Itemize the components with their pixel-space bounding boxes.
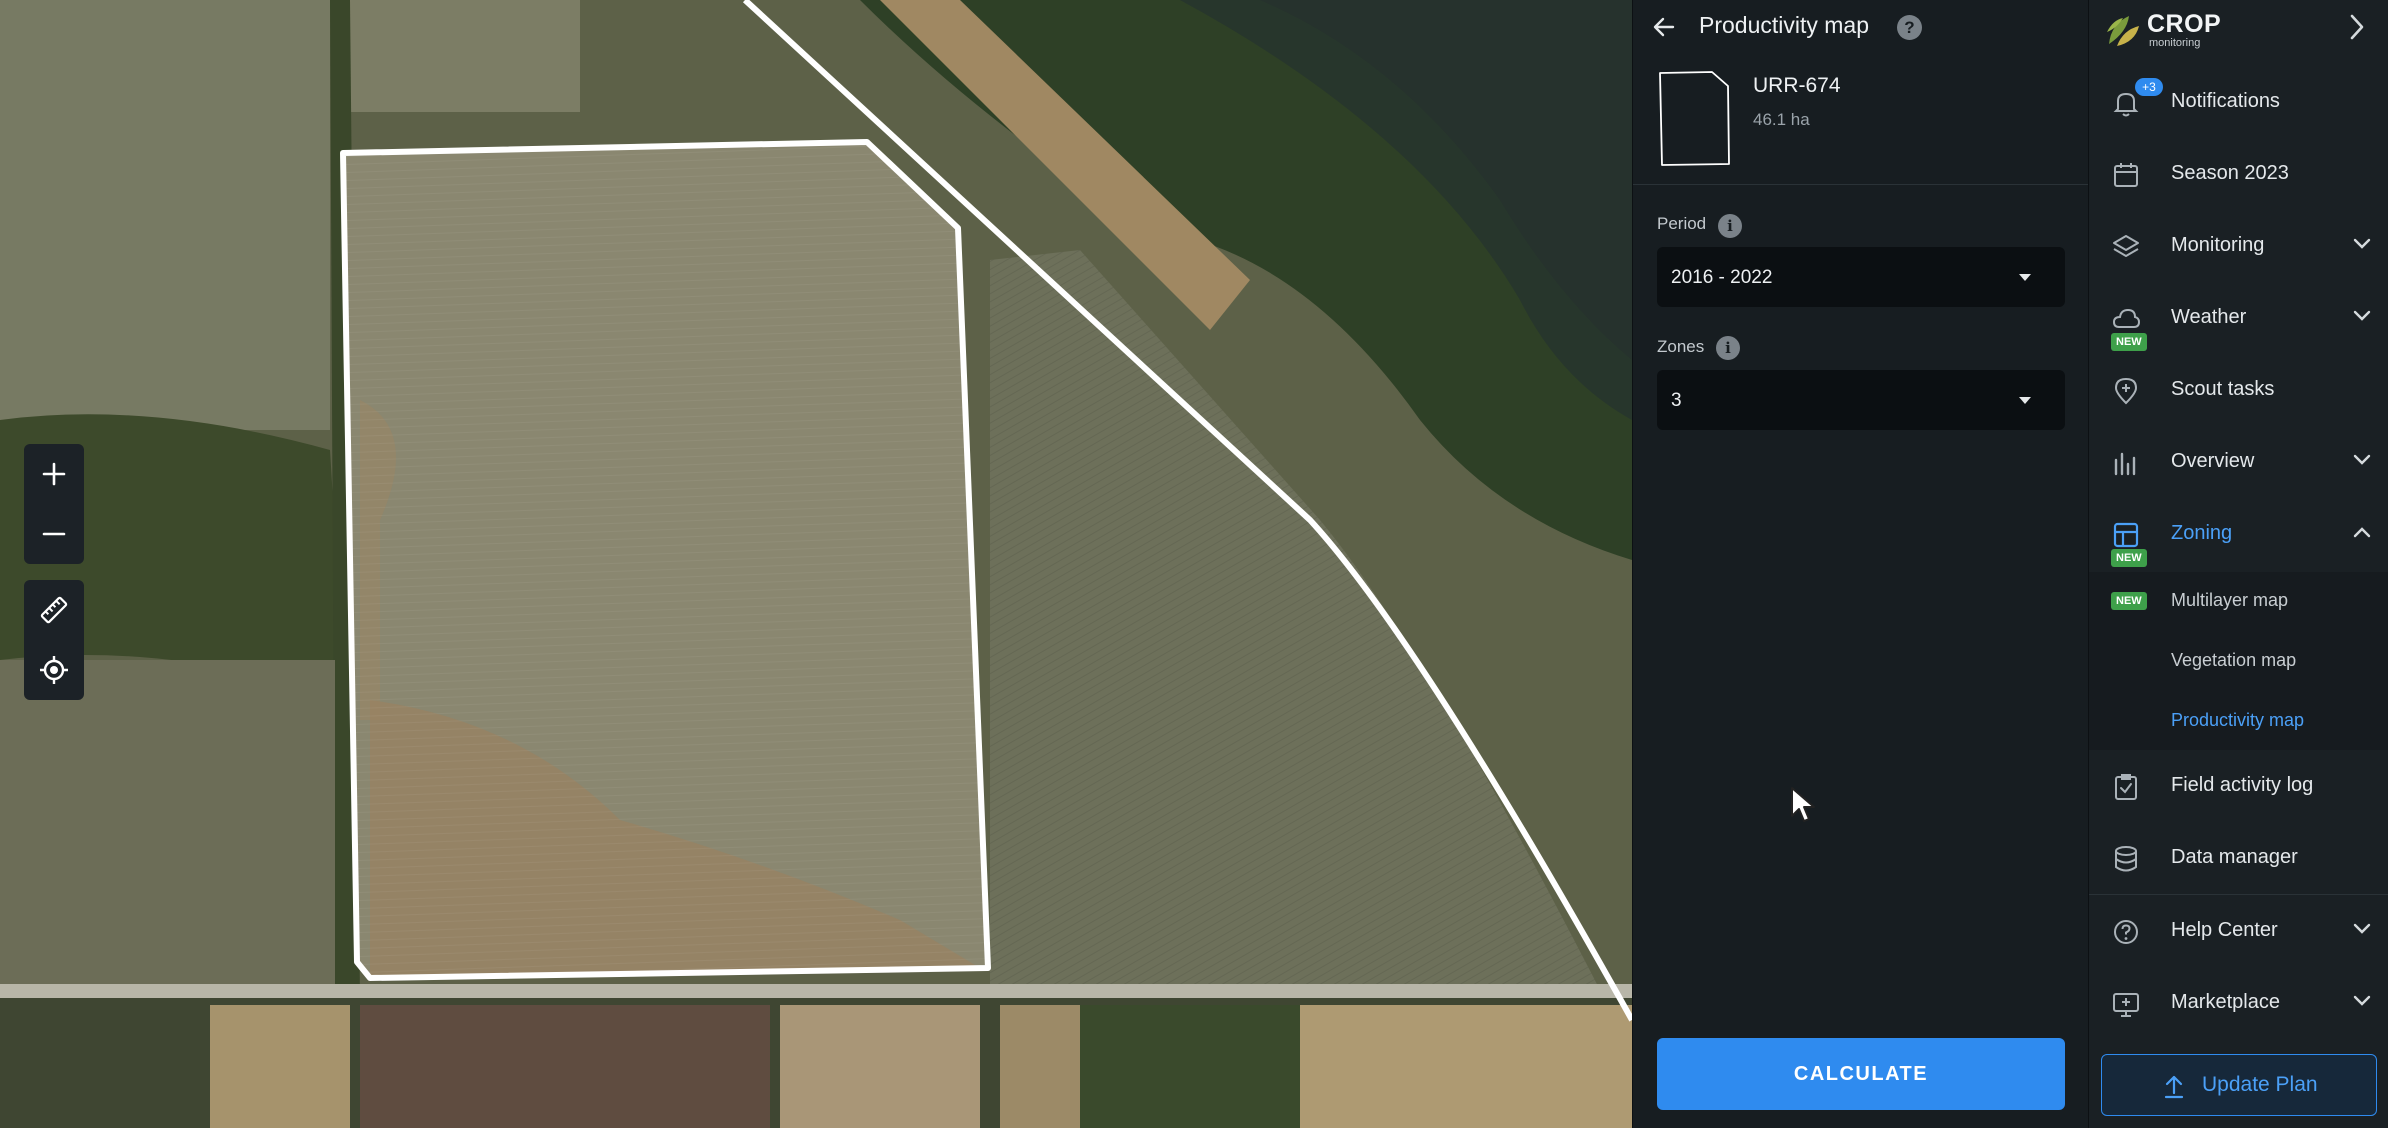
satellite-map[interactable] — [0, 0, 1632, 1128]
nav-label: Field activity log — [2171, 774, 2314, 796]
chevron-down-icon — [2353, 454, 2371, 465]
satellite-imagery — [0, 0, 1632, 1128]
new-badge: NEW — [2111, 549, 2147, 567]
period-info-icon[interactable]: i — [1718, 214, 1742, 238]
submenu-label: Productivity map — [2171, 710, 2305, 730]
mouse-pointer-icon — [1791, 787, 1815, 822]
chevron-right-icon[interactable] — [2346, 12, 2368, 42]
question-circle-icon — [2114, 920, 2138, 944]
map-pin-plus-icon — [2114, 377, 2138, 405]
field-area: 46.1 ha — [1753, 110, 1810, 129]
nav-label: Marketplace — [2171, 991, 2280, 1013]
nav-season[interactable]: Season 2023 — [2089, 138, 2388, 210]
target-icon — [40, 656, 68, 684]
locate-button[interactable] — [24, 640, 84, 700]
main-sidebar: CROP monitoring Notifications +3 Season … — [2088, 0, 2388, 1128]
nav-notifications[interactable]: Notifications — [2089, 66, 2388, 138]
field-name: URR-674 — [1753, 74, 1841, 97]
chevron-up-icon — [2353, 527, 2371, 538]
zones-select-value: 3 — [1671, 390, 1682, 411]
period-select[interactable]: 2016 - 2022 — [1657, 247, 2065, 307]
map-tools — [24, 580, 84, 700]
submenu-multilayer-map[interactable]: NEW Multilayer map — [2089, 572, 2388, 630]
nav-data-manager[interactable]: Data manager — [2089, 822, 2388, 894]
update-plan-label: Update Plan — [2202, 1073, 2318, 1096]
brand-subtitle: monitoring — [2149, 37, 2201, 49]
nav-label: Zoning — [2171, 522, 2233, 544]
help-icon[interactable]: ? — [1897, 15, 1922, 40]
nav-label: Overview — [2171, 450, 2255, 472]
database-icon — [2115, 846, 2137, 872]
leaf-logo-icon — [2107, 16, 2139, 46]
field-shape-thumbnail — [1659, 71, 1730, 166]
chevron-down-icon — [2353, 923, 2371, 934]
zones-info-icon[interactable]: i — [1716, 336, 1740, 360]
productivity-map-panel: Productivity map ? URR-674 46.1 ha Perio… — [1632, 0, 2089, 1128]
calculate-button[interactable]: CALCULATE — [1657, 1038, 2065, 1110]
clipboard-check-icon — [2115, 774, 2137, 800]
zoom-controls — [24, 444, 84, 564]
ruler-icon — [40, 596, 68, 624]
nav-label: Scout tasks — [2171, 378, 2275, 400]
new-badge: NEW — [2111, 592, 2147, 610]
brand-name: CROP — [2147, 10, 2222, 38]
zoom-in-button[interactable] — [24, 444, 84, 504]
period-select-value: 2016 - 2022 — [1671, 267, 1773, 288]
nav-label: Notifications — [2171, 90, 2280, 112]
submenu-label: Vegetation map — [2171, 650, 2297, 670]
zones-select[interactable]: 3 — [1657, 370, 2065, 430]
bar-chart-icon — [2114, 452, 2136, 476]
chevron-down-icon — [2353, 995, 2371, 1006]
zones-label: Zones — [1657, 337, 1705, 356]
nav-label: Season 2023 — [2171, 162, 2289, 184]
nav-overview[interactable]: Overview — [2089, 426, 2388, 498]
notification-count-badge: +3 — [2135, 78, 2163, 96]
panel-title: Productivity map — [1699, 12, 1870, 38]
nav-help-center[interactable]: Help Center — [2089, 895, 2388, 967]
cloud-icon — [2112, 308, 2141, 328]
marketplace-icon — [2113, 993, 2139, 1017]
upload-icon — [2164, 1075, 2184, 1099]
plus-icon — [42, 462, 66, 486]
measure-button[interactable] — [24, 580, 84, 640]
nav-marketplace[interactable]: Marketplace — [2089, 967, 2388, 1039]
zoning-submenu: NEW Multilayer map Vegetation map Produc… — [2089, 572, 2388, 750]
chevron-down-icon — [2353, 310, 2371, 321]
period-label: Period — [1657, 214, 1707, 233]
calendar-icon — [2114, 163, 2138, 187]
submenu-label: Multilayer map — [2171, 590, 2289, 610]
zoom-out-button[interactable] — [24, 504, 84, 564]
submenu-productivity-map[interactable]: Productivity map — [2089, 692, 2388, 750]
divider — [1633, 184, 2089, 185]
arrow-left-icon[interactable] — [1651, 14, 1677, 40]
nav-label: Monitoring — [2171, 234, 2265, 256]
nav-scout-tasks[interactable]: Scout tasks — [2089, 354, 2388, 426]
nav-label: Help Center — [2171, 919, 2278, 941]
caret-down-icon — [2019, 397, 2031, 404]
chevron-down-icon — [2353, 238, 2371, 249]
nav-label: Weather — [2171, 306, 2247, 328]
submenu-vegetation-map[interactable]: Vegetation map — [2089, 632, 2388, 690]
new-badge: NEW — [2111, 333, 2147, 351]
nav-field-activity-log[interactable]: Field activity log — [2089, 750, 2388, 822]
layers-icon — [2113, 235, 2139, 257]
nav-label: Data manager — [2171, 846, 2298, 868]
minus-icon — [42, 532, 66, 536]
zoning-icon — [2113, 522, 2139, 548]
caret-down-icon — [2019, 274, 2031, 281]
nav-monitoring[interactable]: Monitoring — [2089, 210, 2388, 282]
update-plan-button[interactable]: Update Plan — [2101, 1054, 2377, 1116]
